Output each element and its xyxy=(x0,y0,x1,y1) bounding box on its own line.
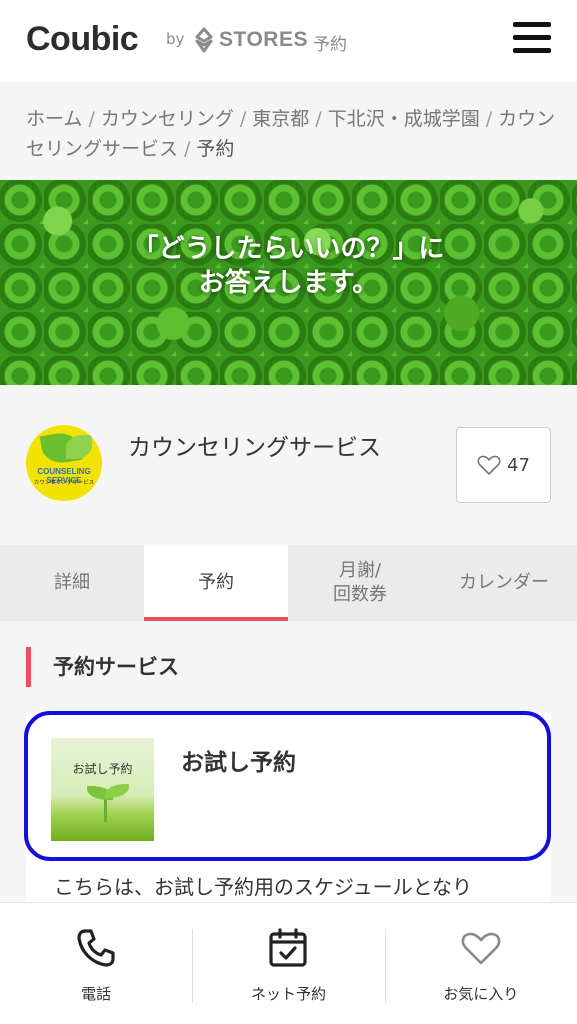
section-title: 予約サービス xyxy=(26,647,179,687)
breadcrumb-separator: / xyxy=(485,108,493,130)
breadcrumb-counseling[interactable]: カウンセリング xyxy=(101,108,234,130)
nav-favorite-label: お気に入り xyxy=(443,985,519,1003)
by-label: by xyxy=(166,30,185,48)
breadcrumb-separator: / xyxy=(239,108,247,130)
sprout-leaf xyxy=(105,784,129,798)
heart-icon xyxy=(461,932,501,965)
tab-details[interactable]: 詳細 xyxy=(0,545,144,621)
hero-banner: 「どうしたらいいの？」に お答えします。 xyxy=(0,180,577,385)
tab-tickets[interactable]: 月謝/ 回数券 xyxy=(288,545,432,621)
favorite-button[interactable]: 47 xyxy=(456,427,551,503)
coubic-logo[interactable]: Coubic xyxy=(26,20,139,59)
nav-booking-label: ネット予約 xyxy=(250,985,326,1003)
main-content: 予約サービス お試し予約 お試し予約 こちらは、お試し予約用のスケジュールとなり xyxy=(0,621,577,921)
tab-calendar[interactable]: カレンダー xyxy=(432,545,576,621)
menu-bar xyxy=(513,22,551,27)
tab-booking[interactable]: 予約 xyxy=(144,545,288,621)
breadcrumb-area[interactable]: 下北沢・成城学園 xyxy=(328,108,480,130)
hero-line-1: 「どうしたらいいの？」に xyxy=(132,234,445,264)
hamburger-menu-button[interactable] xyxy=(508,18,554,58)
heart-icon xyxy=(477,455,501,475)
nav-booking[interactable]: ネット予約 xyxy=(192,903,384,1024)
nav-phone-label: 電話 xyxy=(81,985,112,1003)
shop-logo: COUNSELING SERVICE カウンセリングサービス xyxy=(26,425,102,501)
stores-suffix: 予約 xyxy=(313,35,347,55)
breadcrumb-home[interactable]: ホーム xyxy=(26,108,82,130)
service-title: お試し予約 xyxy=(181,750,296,776)
bottom-nav: 電話 ネット予約 お気に入り xyxy=(0,902,577,1024)
favorite-count: 47 xyxy=(507,454,530,476)
nav-favorite[interactable]: お気に入り xyxy=(384,903,577,1024)
shop-info: COUNSELING SERVICE カウンセリングサービス カウンセリングサー… xyxy=(0,385,577,545)
app-header: Coubic by STORES 予約 xyxy=(0,0,577,82)
breadcrumb-separator: / xyxy=(184,138,191,160)
breadcrumb: ホーム / カウンセリング / 東京都 / 下北沢・成城学園 / カウンセリングサービス / 予約 xyxy=(26,104,556,164)
service-card[interactable]: お試し予約 お試し予約 こちらは、お試し予約用のスケジュールとなり xyxy=(26,713,551,913)
breadcrumb-separator: / xyxy=(315,108,322,130)
calendar-check-icon xyxy=(269,928,308,967)
thumbnail-text: お試し予約 xyxy=(72,762,133,776)
stores-wordmark: STORES xyxy=(219,28,308,51)
phone-icon xyxy=(77,929,115,967)
stores-icon xyxy=(195,27,213,53)
breadcrumb-tokyo[interactable]: 東京都 xyxy=(252,108,309,130)
tab-bar: 詳細 予約 月謝/ 回数券 カレンダー xyxy=(0,545,577,621)
breadcrumb-current: 予約 xyxy=(196,138,235,160)
shop-name: カウンセリングサービス xyxy=(128,435,381,461)
hero-line-2: お答えします。 xyxy=(198,268,379,298)
shop-logo-subtext: カウンセリングサービス xyxy=(33,480,95,486)
hero-text: 「どうしたらいいの？」に お答えします。 xyxy=(0,232,577,300)
menu-bar xyxy=(513,48,551,53)
menu-bar xyxy=(513,35,551,40)
leaf-shape xyxy=(66,435,92,459)
breadcrumb-separator: / xyxy=(88,108,95,130)
nav-phone[interactable]: 電話 xyxy=(0,903,192,1024)
service-description: こちらは、お試し予約用のスケジュールとなり xyxy=(54,875,472,899)
service-thumbnail: お試し予約 xyxy=(51,738,154,841)
